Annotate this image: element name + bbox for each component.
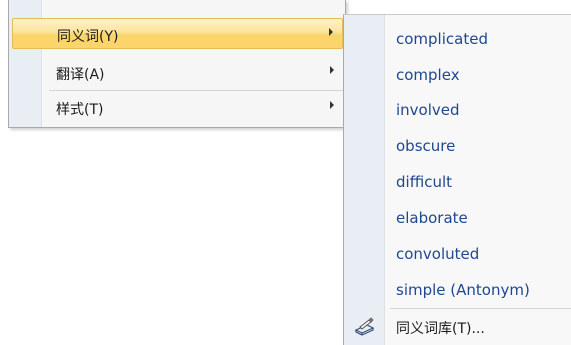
menu-separator: [49, 90, 343, 91]
thesaurus-menu-item[interactable]: 同义词库(T)...: [344, 311, 571, 341]
thesaurus-menu-item-label: 同义词库(T)...: [396, 321, 485, 337]
thesaurus-book-icon: [354, 316, 376, 336]
menu-item-translate[interactable]: 翻译(A): [12, 57, 343, 88]
synonym-elaborate[interactable]: elaborate: [396, 209, 468, 227]
submenu-arrow-icon: [329, 28, 333, 36]
menu-item-translate-label: 翻译(A): [56, 67, 105, 83]
synonym-complicated[interactable]: complicated: [396, 30, 488, 48]
synonym-difficult[interactable]: difficult: [396, 173, 452, 191]
menu-item-synonyms-label: 同义词(Y): [57, 29, 119, 45]
synonym-obscure[interactable]: obscure: [396, 137, 455, 155]
menu-item-styles[interactable]: 样式(T): [12, 92, 343, 123]
submenu-separator: [390, 308, 571, 309]
menu-item-styles-label: 样式(T): [56, 102, 104, 118]
synonym-involved[interactable]: involved: [396, 101, 460, 119]
antonym-simple[interactable]: simple (Antonym): [396, 281, 530, 299]
synonym-convoluted[interactable]: convoluted: [396, 245, 479, 263]
menu-item-synonyms[interactable]: 同义词(Y): [12, 18, 343, 49]
context-menu: 同义词(Y) 翻译(A) 样式(T): [8, 0, 346, 128]
submenu-arrow-icon: [330, 66, 334, 74]
submenu-icon-gutter: [344, 15, 385, 345]
submenu-arrow-icon: [330, 101, 334, 109]
synonyms-submenu: complicated complex involved obscure dif…: [343, 14, 571, 345]
synonym-complex[interactable]: complex: [396, 66, 460, 84]
screen: 同义词(Y) 翻译(A) 样式(T) complicated complex i…: [0, 0, 571, 345]
